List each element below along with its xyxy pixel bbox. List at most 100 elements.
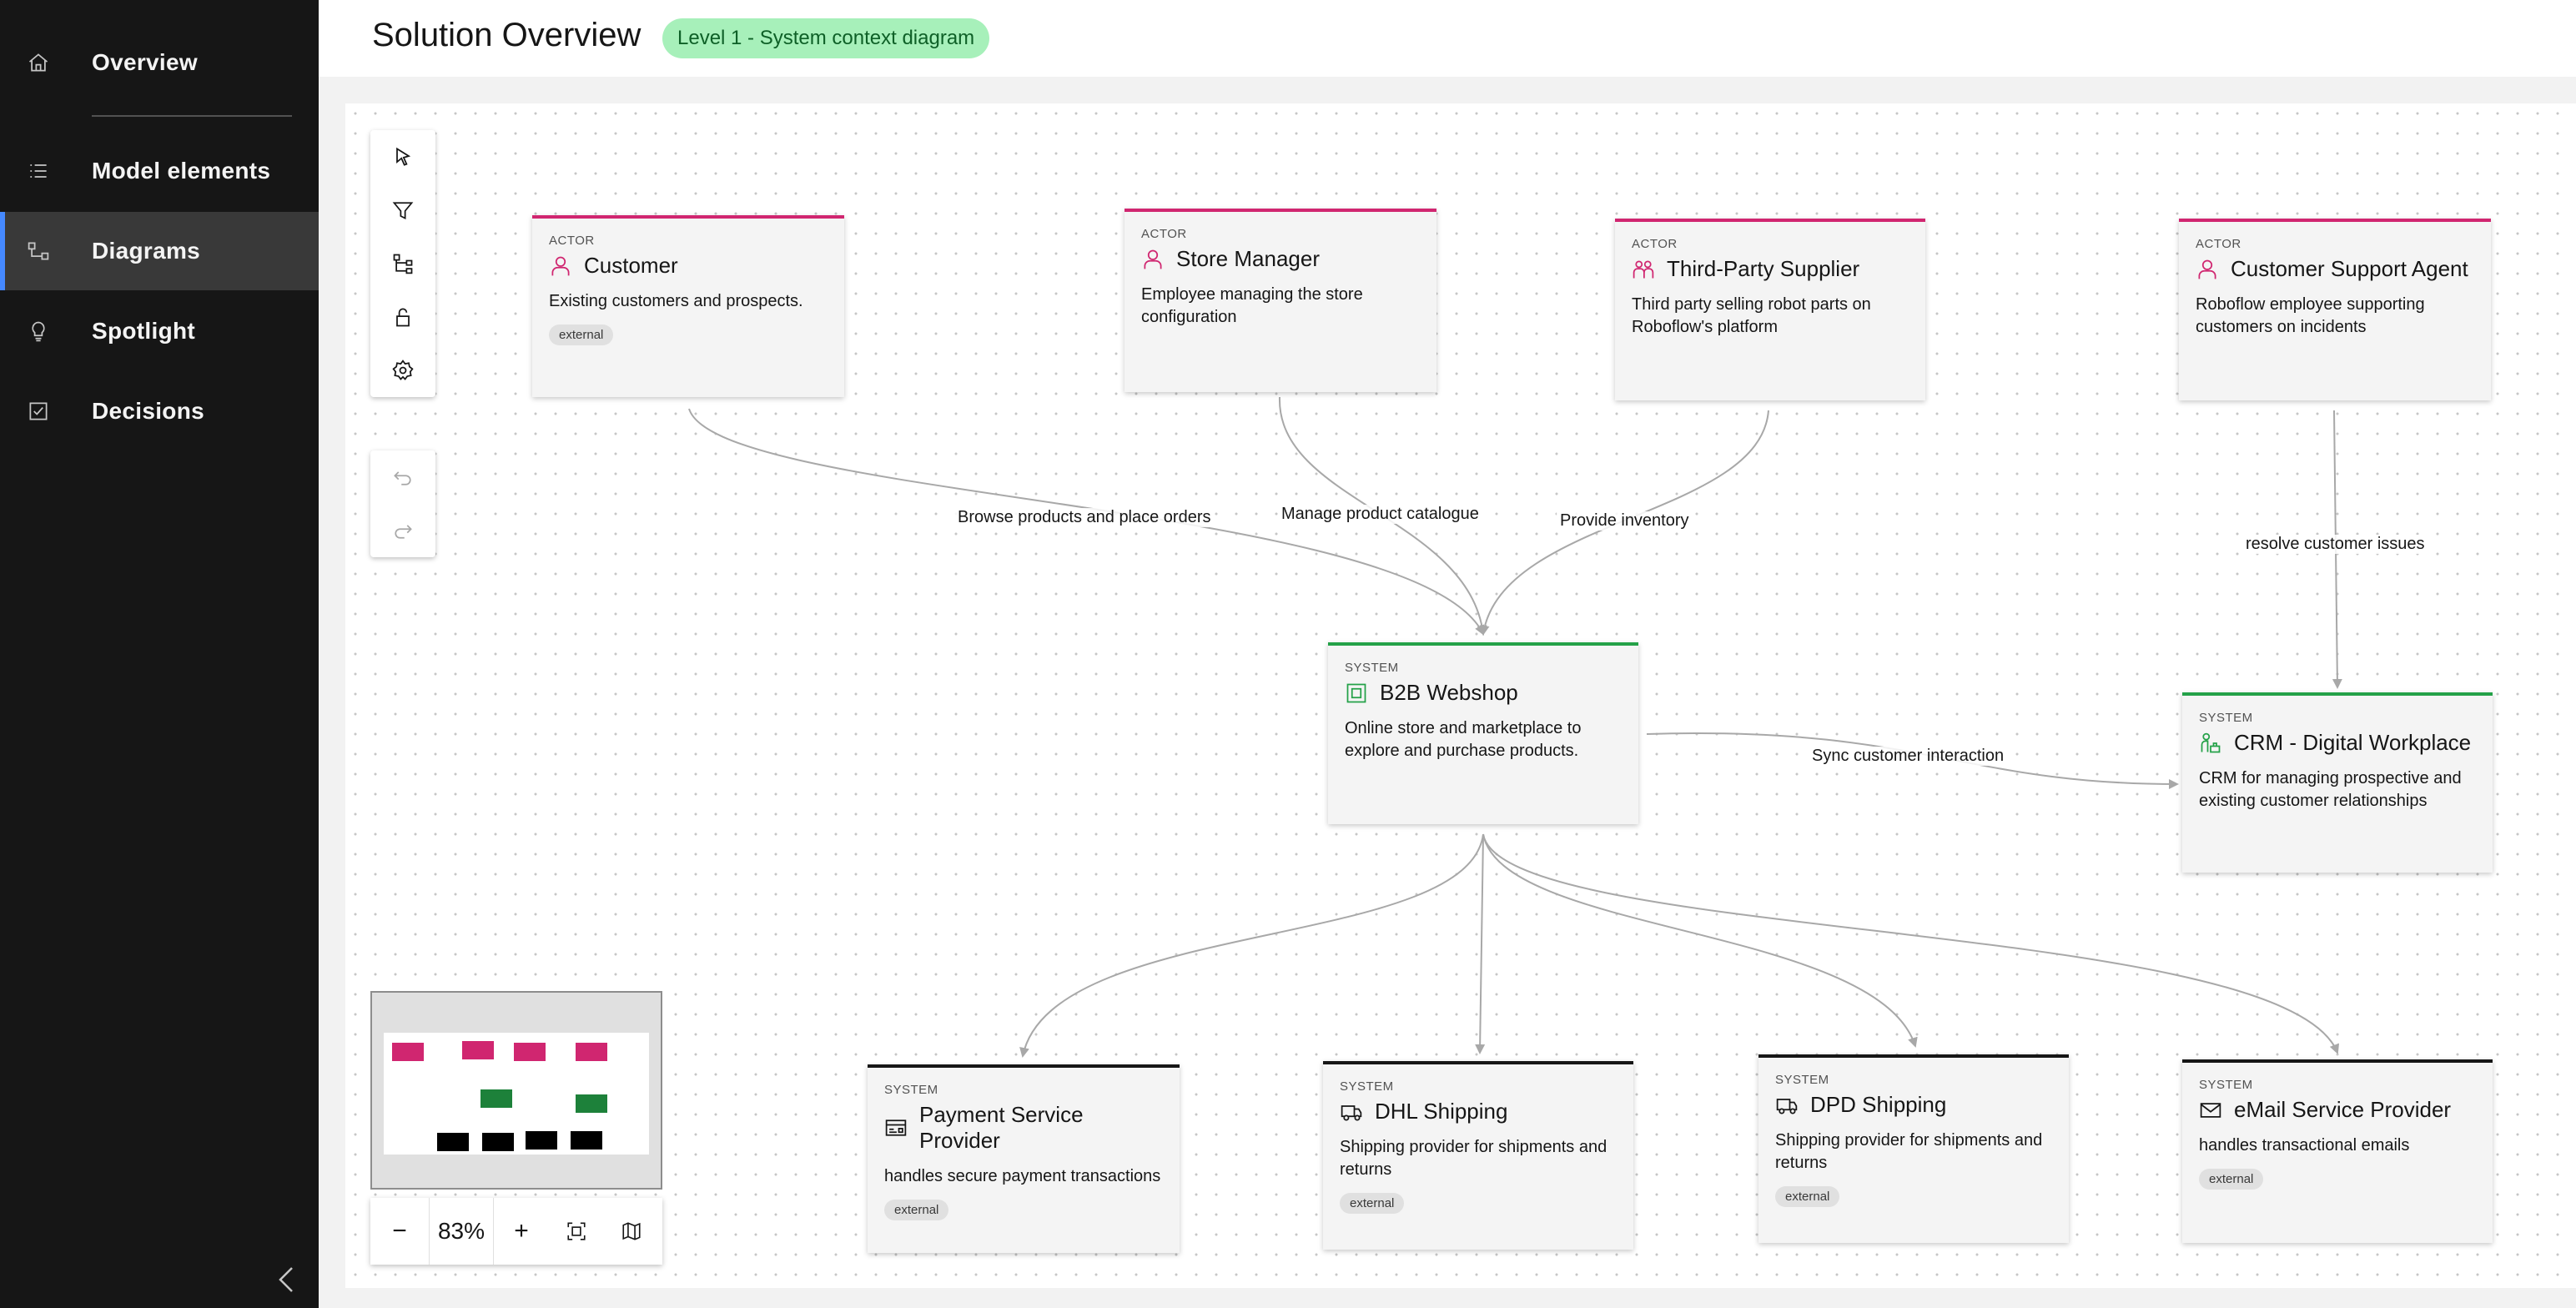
filter-icon[interactable] [370, 184, 435, 237]
minimap-node [576, 1043, 607, 1061]
node-customer-support-agent[interactable]: ACTOR Customer Support Agent Roboflow em… [2179, 219, 2491, 400]
level-badge: Level 1 - System context diagram [662, 18, 990, 58]
zoom-out-button[interactable]: − [370, 1198, 429, 1265]
diagram-icon [27, 239, 50, 263]
external-tag: external [1775, 1186, 1840, 1207]
external-tag: external [549, 324, 614, 345]
minimap-node [526, 1131, 557, 1150]
payment-icon [884, 1116, 908, 1139]
node-dhl-shipping[interactable]: SYSTEM DHL Shipping Shipping provider fo… [1323, 1061, 1633, 1250]
minimap-node [482, 1133, 514, 1151]
header: Solution Overview Level 1 - System conte… [319, 0, 2576, 77]
minimap-viewport [384, 1033, 649, 1155]
node-type-label: SYSTEM [2199, 711, 2253, 725]
fit-to-screen-icon[interactable] [549, 1198, 604, 1265]
user-icon [2196, 258, 2219, 281]
undo-icon[interactable] [370, 450, 435, 504]
minimap-node [576, 1094, 607, 1113]
pointer-icon[interactable] [370, 130, 435, 184]
email-icon [2199, 1099, 2222, 1122]
node-type-label: ACTOR [2196, 237, 2241, 251]
node-type-label: SYSTEM [884, 1083, 938, 1097]
zoom-level: 83% [437, 1218, 486, 1244]
node-description: Shipping provider for shipments and retu… [1775, 1131, 2043, 1172]
node-description: Employee managing the store configuratio… [1141, 285, 1363, 326]
page-title: Solution Overview [372, 17, 641, 53]
tree-icon[interactable] [370, 237, 435, 290]
node-description: handles secure payment transactions [884, 1167, 1161, 1185]
minimap-node [392, 1043, 424, 1061]
node-title: Third-Party Supplier [1667, 256, 1860, 281]
edge-label-provide: Provide inventory [1557, 511, 1693, 531]
node-title: CRM - Digital Workplace [2234, 730, 2472, 755]
sidebar-divider [92, 115, 292, 117]
minimap-node [571, 1131, 602, 1150]
node-dpd-shipping[interactable]: SYSTEM DPD Shipping Shipping provider fo… [1758, 1054, 2069, 1243]
node-customer[interactable]: ACTOR Customer Existing customers and pr… [532, 215, 844, 397]
sidebar-item-decisions[interactable]: Decisions [0, 372, 319, 450]
minimap-node [462, 1041, 494, 1059]
sidebar-item-label: Diagrams [92, 238, 201, 264]
node-type-label: SYSTEM [1345, 661, 1399, 675]
home-icon [27, 51, 50, 74]
delivery-truck-icon [1340, 1100, 1363, 1124]
node-description: Existing customers and prospects. [549, 292, 803, 310]
sidebar-item-overview[interactable]: Overview [0, 23, 319, 102]
sidebar-item-diagrams[interactable]: Diagrams [0, 212, 319, 290]
sidebar-item-model-elements[interactable]: Model elements [0, 132, 319, 210]
node-title: Payment Service Provider [919, 1102, 1084, 1153]
zoom-in-button[interactable]: + [494, 1198, 549, 1265]
external-tag: external [1340, 1193, 1405, 1214]
minimap-node [480, 1089, 512, 1108]
node-description: Roboflow employee supporting customers o… [2196, 295, 2425, 336]
edge-label-sync: Sync customer interaction [1809, 747, 2008, 766]
node-description: Shipping provider for shipments and retu… [1340, 1138, 1607, 1179]
user-icon [1141, 248, 1165, 271]
workplace-icon [2199, 732, 2222, 755]
node-title: Store Manager [1176, 246, 1320, 271]
node-type-label: ACTOR [1632, 237, 1678, 251]
unlock-icon[interactable] [370, 290, 435, 344]
node-store-manager[interactable]: ACTOR Store Manager Employee managing th… [1124, 209, 1436, 392]
node-b2b-webshop[interactable]: SYSTEM B2B Webshop Online store and mark… [1328, 642, 1638, 824]
node-description: handles transactional emails [2199, 1136, 2410, 1155]
sidebar-item-label: Spotlight [92, 318, 195, 344]
node-third-party-supplier[interactable]: ACTOR Third-Party Supplier Third party s… [1615, 219, 1925, 400]
node-crm-digital-workplace[interactable]: SYSTEM CRM - Digital Workplace CRM for m… [2182, 692, 2493, 873]
minimap-node [514, 1043, 546, 1061]
node-title: DPD Shipping [1810, 1092, 1947, 1117]
edge-label-manage: Manage product catalogue [1278, 505, 1482, 524]
user-icon [549, 254, 572, 278]
delivery-truck-icon [1775, 1094, 1799, 1117]
canvas-toolbar [370, 130, 435, 397]
node-type-label: ACTOR [549, 234, 595, 248]
history-toolbar [370, 450, 435, 557]
map-icon[interactable] [604, 1198, 659, 1265]
settings-icon[interactable] [370, 344, 435, 397]
node-description: Online store and marketplace to explore … [1345, 719, 1582, 760]
redo-icon[interactable] [370, 504, 435, 557]
edge-label-browse: Browse products and place orders [954, 508, 1215, 527]
node-payment-service-provider[interactable]: SYSTEM Payment Service Provider handles … [868, 1064, 1180, 1253]
edge-label-resolve: resolve customer issues [2242, 535, 2428, 554]
users-icon [1632, 258, 1655, 281]
node-type-label: ACTOR [1141, 227, 1187, 241]
node-title: B2B Webshop [1380, 680, 1518, 705]
list-icon [27, 159, 50, 183]
node-type-label: SYSTEM [2199, 1078, 2253, 1092]
sidebar-item-label: Model elements [92, 158, 271, 184]
node-description: CRM for managing prospective and existin… [2199, 769, 2462, 810]
minimap[interactable] [370, 991, 662, 1190]
node-title: Customer [584, 253, 678, 278]
lightbulb-icon [27, 319, 50, 343]
external-tag: external [884, 1200, 949, 1220]
sidebar-item-label: Decisions [92, 398, 204, 424]
node-description: Third party selling robot parts on Robof… [1632, 295, 1871, 336]
chevron-left-icon[interactable] [275, 1265, 297, 1295]
node-email-service-provider[interactable]: SYSTEM eMail Service Provider handles tr… [2182, 1059, 2493, 1243]
node-title: DHL Shipping [1375, 1099, 1508, 1124]
external-tag: external [2199, 1169, 2264, 1190]
sidebar-item-spotlight[interactable]: Spotlight [0, 292, 319, 370]
sidebar: Overview Model elements Diagrams Spotlig… [0, 0, 319, 1308]
node-type-label: SYSTEM [1775, 1073, 1829, 1087]
